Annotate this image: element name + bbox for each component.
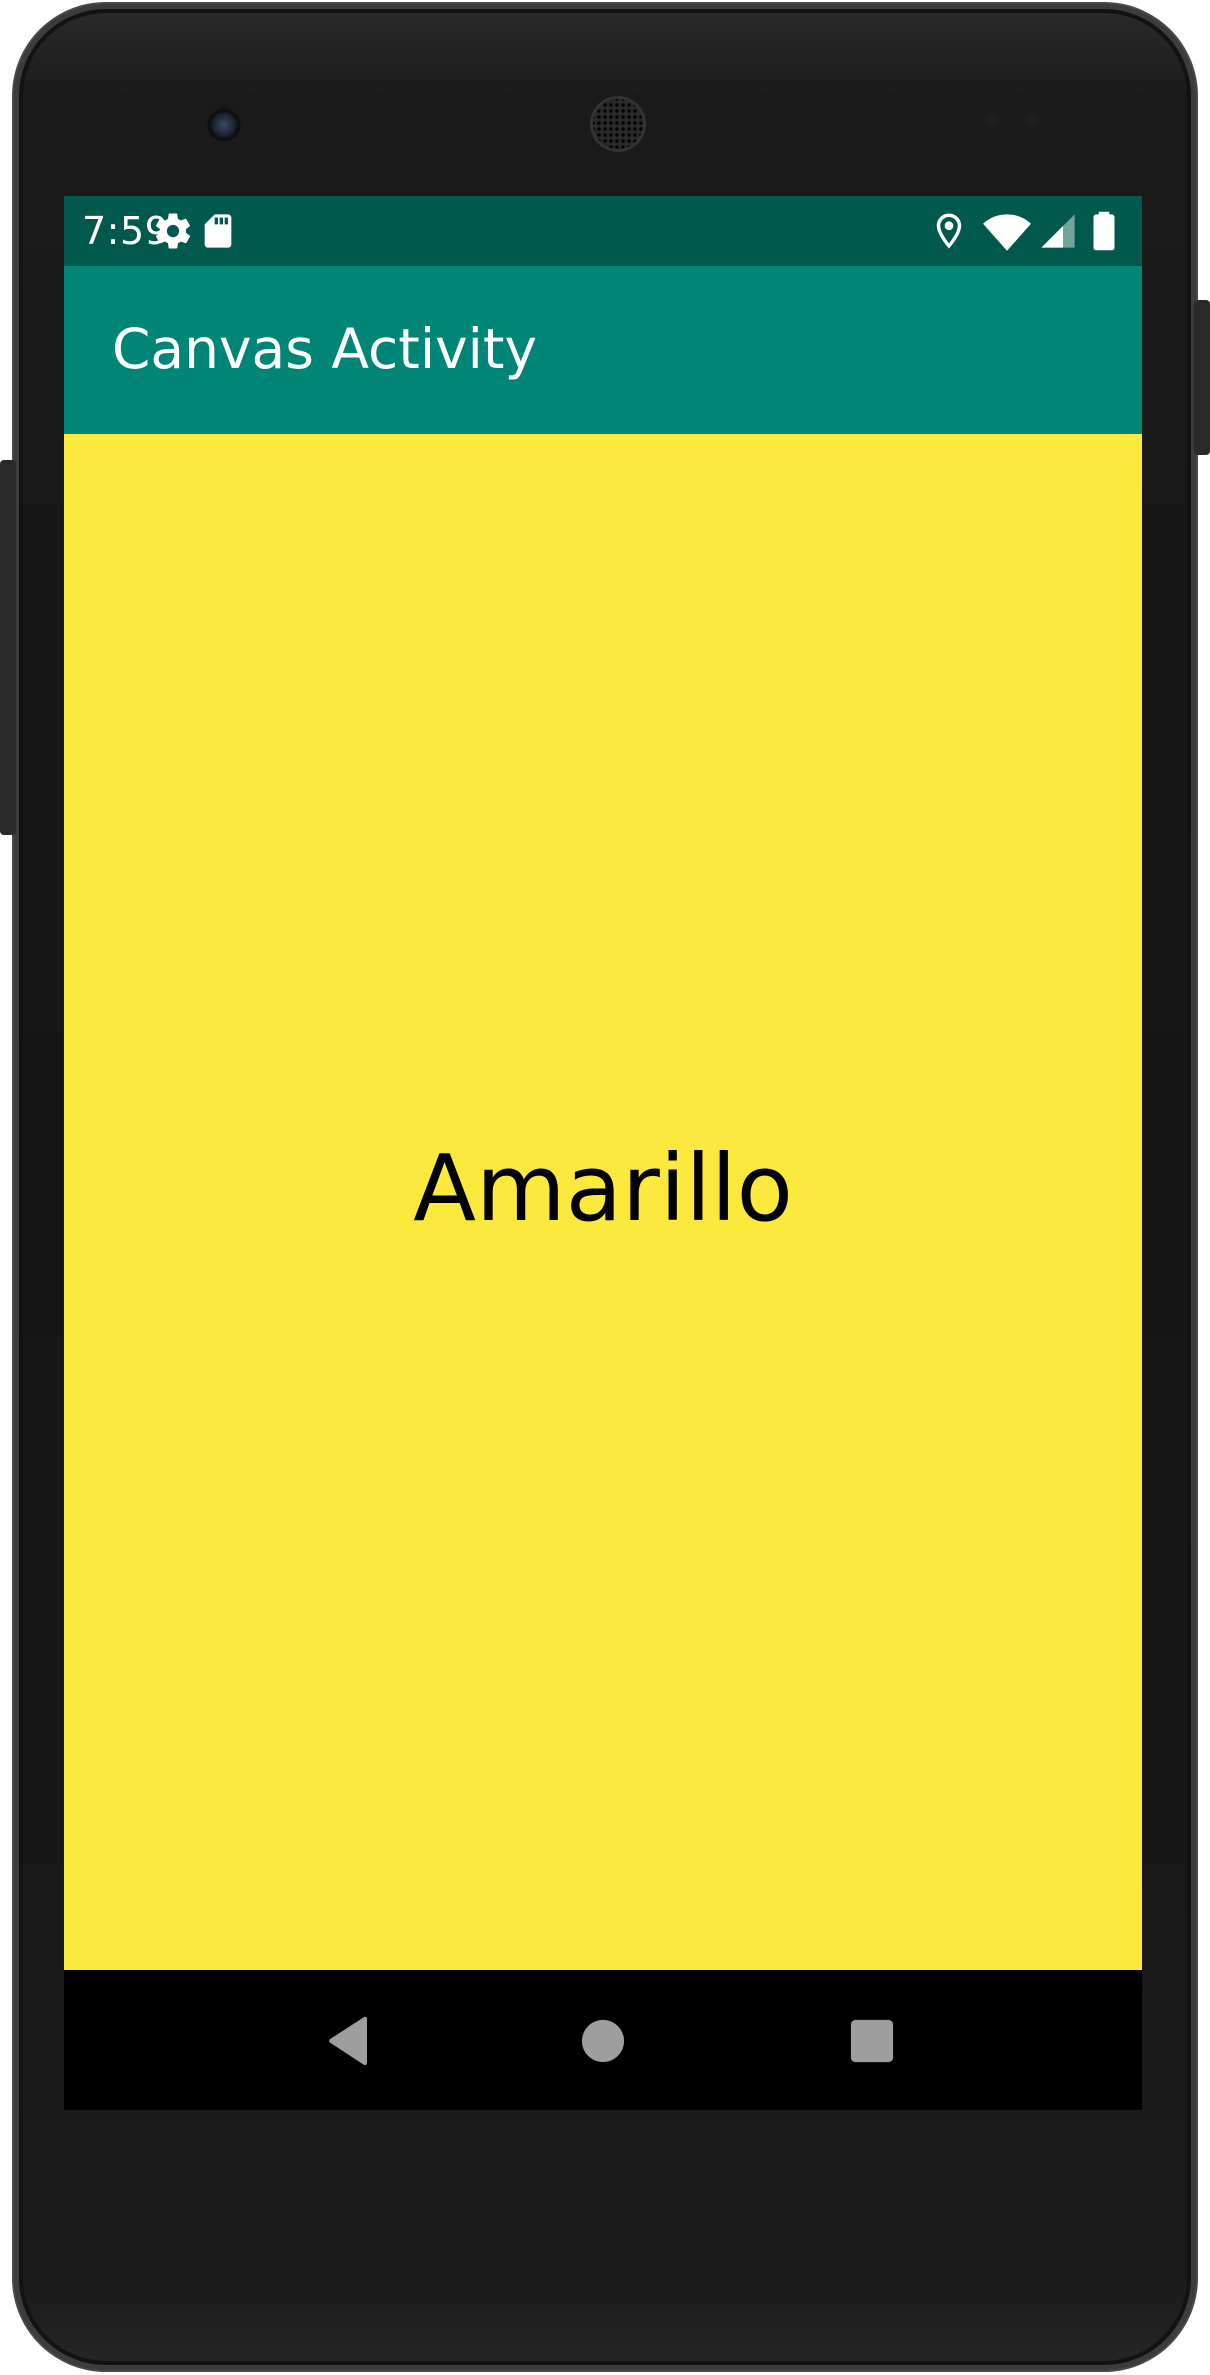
- light-sensor: [1024, 112, 1040, 128]
- signal-icon: [1038, 210, 1078, 252]
- front-camera: [207, 108, 241, 142]
- back-icon: [329, 2016, 367, 2066]
- proximity-sensor: [984, 112, 1000, 128]
- page-title: Canvas Activity: [112, 317, 538, 381]
- home-button[interactable]: [558, 1996, 648, 2086]
- canvas-view[interactable]: Amarillo: [64, 434, 1142, 1970]
- app-toolbar: Canvas Activity: [64, 266, 1142, 434]
- device-screen: 7:59 Canvas Activity Amarillo: [64, 196, 1142, 2110]
- settings-icon: [152, 210, 194, 252]
- recents-icon: [850, 2019, 894, 2063]
- wifi-icon: [982, 210, 1032, 252]
- back-button[interactable]: [304, 1996, 394, 2086]
- location-icon: [928, 210, 970, 252]
- volume-button: [0, 460, 16, 835]
- color-name-label: Amarillo: [413, 1135, 793, 1242]
- recents-button[interactable]: [827, 1996, 917, 2086]
- earpiece-speaker: [590, 96, 646, 152]
- status-bar: 7:59: [64, 196, 1142, 266]
- power-button: [1194, 300, 1210, 455]
- battery-icon: [1090, 210, 1118, 252]
- sd-card-icon: [198, 210, 238, 252]
- navigation-bar: [64, 1970, 1142, 2110]
- home-icon: [581, 2019, 625, 2063]
